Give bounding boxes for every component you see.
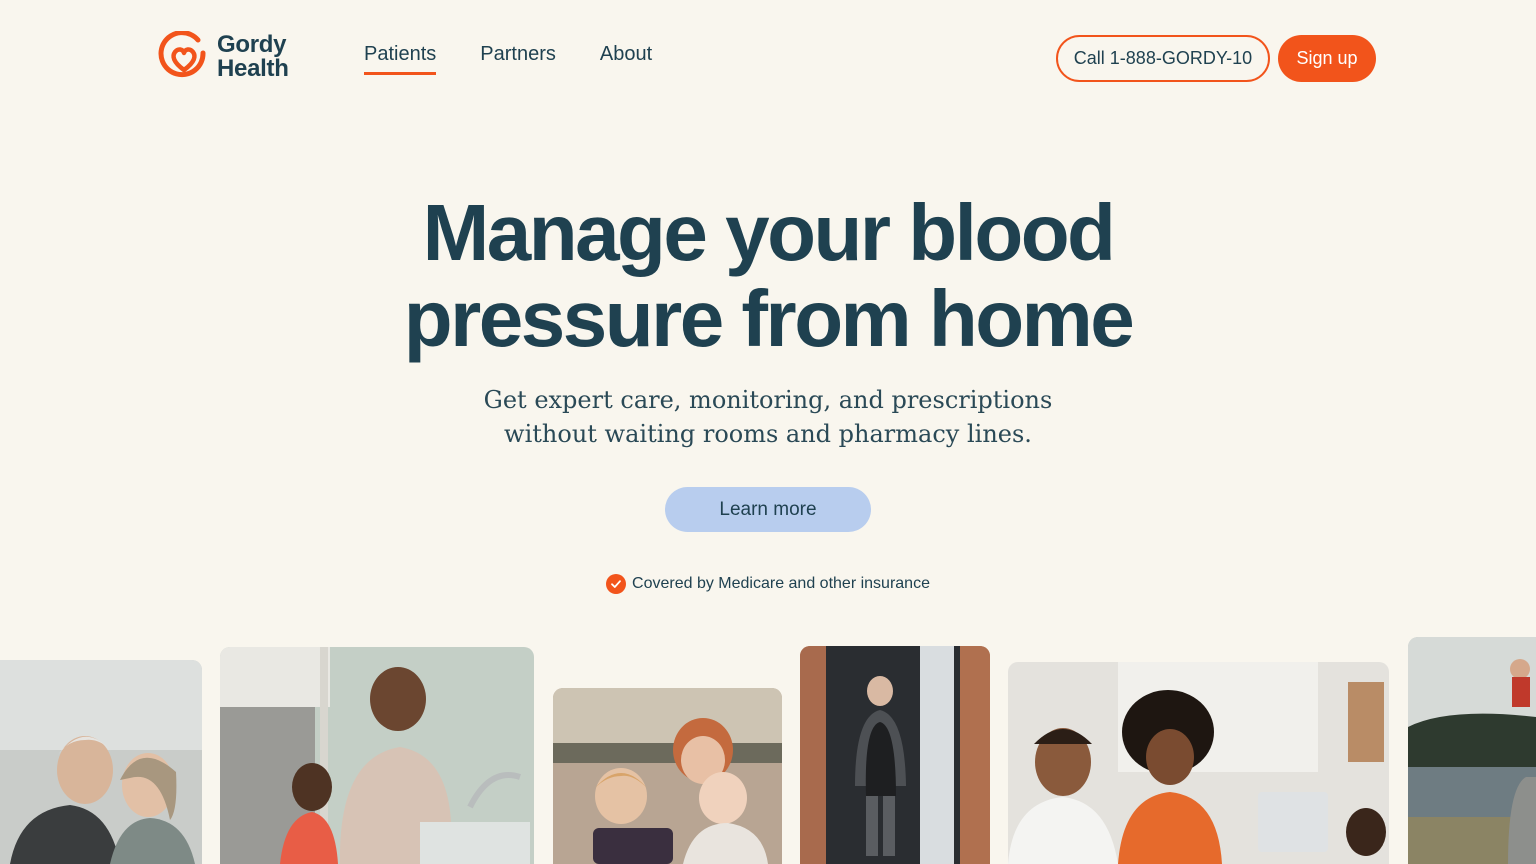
hero-title-line2: pressure from home [403, 274, 1135, 363]
sign-up-button[interactable]: Sign up [1278, 35, 1376, 82]
hero-title-line1: Manage your blood [422, 188, 1116, 277]
call-button[interactable]: Call 1-888-GORDY-10 [1056, 35, 1270, 82]
brand-logo[interactable]: Gordy Health [158, 31, 289, 83]
hero-subtitle: Get expert care, monitoring, and prescri… [0, 383, 1536, 451]
brand-name-line2: Health [217, 55, 289, 82]
brand-name: Gordy Health [217, 33, 289, 81]
photo-older-couple [0, 660, 202, 864]
photo-mother-kids-tablet [553, 688, 782, 864]
landing-page: Gordy Health Patients Partners About Cal… [0, 0, 1536, 864]
photo-older-man-doorway [800, 646, 990, 864]
check-circle-icon [606, 574, 627, 594]
nav-item-patients[interactable]: Patients [364, 43, 437, 75]
photo-father-daughter [220, 647, 534, 864]
hero-title: Manage your blood pressure from home [0, 190, 1536, 362]
heart-logo-icon [158, 31, 206, 78]
brand-name-line1: Gordy [217, 31, 287, 58]
hero-subtitle-line2: without waiting rooms and pharmacy lines… [504, 420, 1032, 448]
learn-more-button[interactable]: Learn more [665, 487, 871, 532]
photo-family-outdoors [1408, 637, 1536, 864]
nav-item-partners[interactable]: Partners [480, 43, 556, 75]
coverage-text: Covered by Medicare and other insurance [632, 575, 930, 592]
nav-item-about[interactable]: About [600, 43, 652, 75]
main-nav: Patients Partners About [364, 43, 696, 75]
photo-couple-dining [1008, 662, 1389, 864]
hero-subtitle-line1: Get expert care, monitoring, and prescri… [483, 386, 1053, 414]
coverage-note: Covered by Medicare and other insurance [0, 574, 1536, 594]
